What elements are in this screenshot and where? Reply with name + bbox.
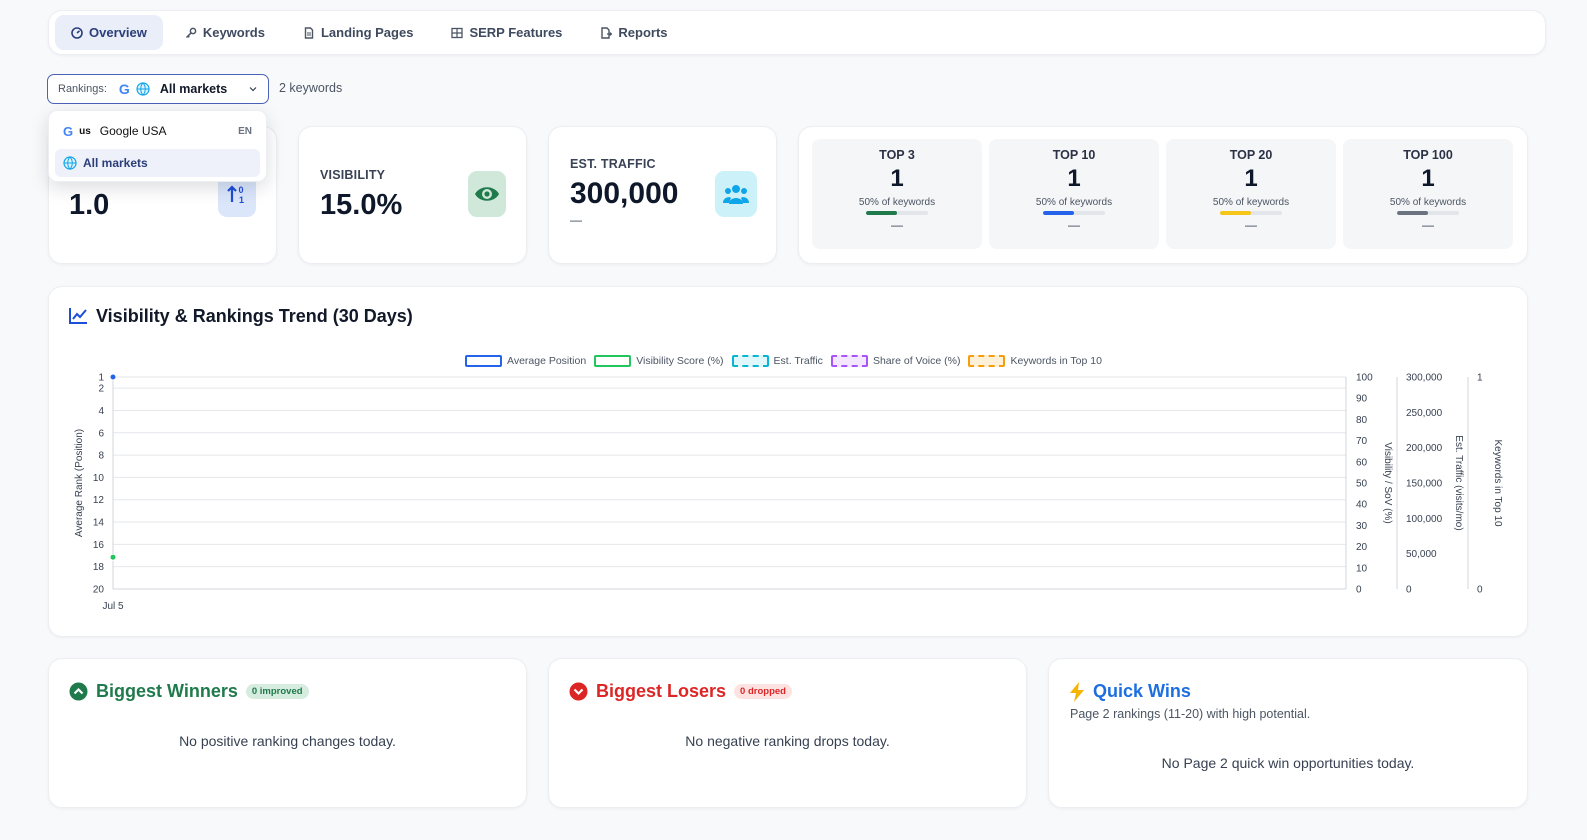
google-icon: G: [63, 123, 74, 139]
market-option-all-markets[interactable]: All markets: [55, 149, 260, 177]
market-option-label: All markets: [83, 156, 148, 170]
right-tick-label: 40: [1356, 500, 1368, 511]
traffic-tick-label: 50,000: [1406, 549, 1437, 560]
traffic-tick-label: 100,000: [1406, 514, 1443, 525]
improved-badge: 0 improved: [245, 684, 309, 699]
keywords-axis-title: Keywords in Top 10: [1492, 439, 1503, 527]
traffic-tick-label: 200,000: [1406, 443, 1443, 454]
traffic-tick-label: 0: [1406, 585, 1412, 596]
chevron-up-circle-icon: [69, 682, 88, 701]
keywords-tick-label: 1: [1477, 373, 1483, 384]
lightning-icon: [1070, 681, 1084, 702]
y-tick-label: 4: [98, 406, 104, 417]
winners-title: Biggest Winners 0 improved: [69, 681, 309, 702]
right-tick-label: 30: [1356, 521, 1368, 532]
right-tick-label: 50: [1356, 479, 1368, 490]
market-option-label: Google USA: [99, 124, 167, 138]
trend-chart: 12468101214161820Average Rank (Position)…: [74, 373, 1503, 613]
losers-title-text: Biggest Losers: [596, 681, 727, 701]
y-tick-label: 12: [93, 495, 105, 506]
market-option-google-usa[interactable]: G us Google USA EN: [55, 117, 260, 145]
chevron-down-circle-icon: [569, 682, 588, 701]
right-tick-label: 20: [1356, 542, 1368, 553]
quick-wins-title-text: Quick Wins: [1093, 681, 1191, 701]
winners-title-text: Biggest Winners: [96, 681, 238, 701]
winners-empty-state: No positive ranking changes today.: [179, 733, 396, 749]
right-tick-label: 80: [1356, 415, 1368, 426]
country-code: us: [79, 125, 91, 137]
quick-wins-card: Quick Wins Page 2 rankings (11-20) with …: [1048, 658, 1528, 808]
losers-card: Biggest Losers 0 dropped No negative ran…: [548, 658, 1027, 808]
traffic-tick-label: 250,000: [1406, 408, 1443, 419]
quick-wins-empty-state: No Page 2 quick win opportunities today.: [1161, 755, 1415, 771]
right-tick-label: 90: [1356, 394, 1368, 405]
market-dropdown-menu: G us Google USA EN All markets: [48, 110, 267, 182]
y-tick-label: 2: [98, 384, 104, 395]
data-point: [109, 553, 117, 561]
right-tick-label: 10: [1356, 563, 1368, 574]
y-tick-label: 14: [93, 518, 105, 529]
right-tick-label: 70: [1356, 436, 1368, 447]
winners-card: Biggest Winners 0 improved No positive r…: [48, 658, 527, 808]
traffic-tick-label: 150,000: [1406, 479, 1443, 490]
losers-title: Biggest Losers 0 dropped: [569, 681, 792, 702]
y-tick-label: 18: [93, 562, 105, 573]
quick-wins-title: Quick Wins: [1069, 681, 1191, 702]
right-tick-label: 0: [1356, 585, 1362, 596]
right-tick-label: 100: [1356, 373, 1373, 384]
right-tick-label: 60: [1356, 457, 1368, 468]
dropped-badge: 0 dropped: [734, 684, 792, 699]
keywords-tick-label: 0: [1477, 585, 1483, 596]
data-point: [109, 373, 117, 381]
traffic-axis-title: Est. Traffic (visits/mo): [1453, 435, 1464, 530]
y-axis-title: Average Rank (Position): [74, 429, 85, 537]
traffic-tick-label: 300,000: [1406, 373, 1443, 384]
y-tick-label: 6: [98, 428, 104, 439]
right-axis-title: Visibility / SoV (%): [1382, 442, 1393, 524]
x-tick-label: Jul 5: [102, 601, 124, 612]
losers-empty-state: No negative ranking drops today.: [685, 733, 890, 749]
language-code: EN: [238, 125, 252, 137]
y-tick-label: 8: [98, 451, 104, 462]
globe-icon: [63, 156, 77, 170]
quick-wins-subtitle: Page 2 rankings (11-20) with high potent…: [1070, 707, 1311, 721]
y-tick-label: 1: [98, 373, 104, 384]
y-tick-label: 10: [93, 473, 105, 484]
y-tick-label: 20: [93, 585, 105, 596]
y-tick-label: 16: [93, 540, 105, 551]
